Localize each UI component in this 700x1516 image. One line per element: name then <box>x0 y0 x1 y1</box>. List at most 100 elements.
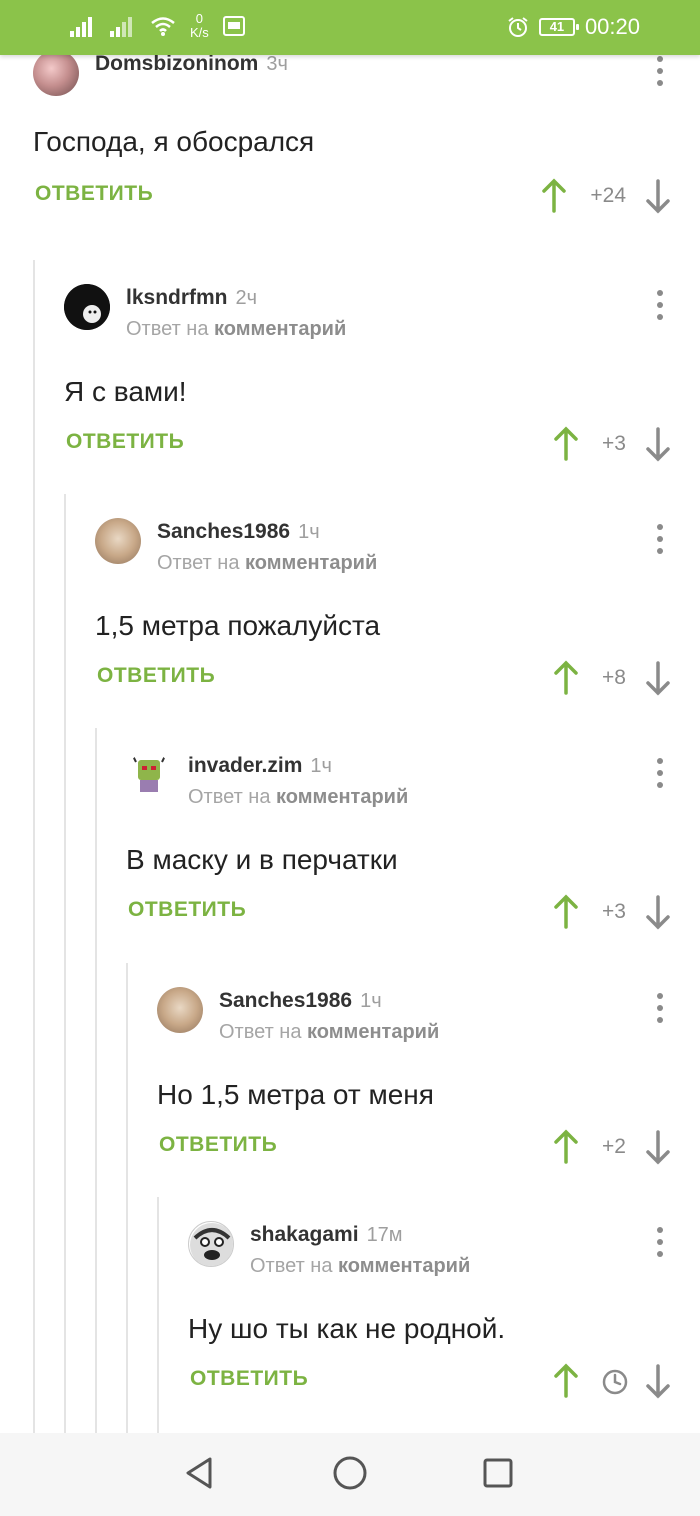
comment-author[interactable]: shakagami 17м <box>250 1223 403 1247</box>
author-name[interactable]: Sanches1986 <box>157 520 290 543</box>
triangle-back-icon[interactable] <box>180 1453 220 1493</box>
comment-header: invader.zim 1ч Ответ на комментарий <box>126 752 700 808</box>
status-right-group: 41 00:20 <box>507 14 640 40</box>
comment-score: +8 <box>602 666 626 689</box>
comment-time: 1ч <box>298 521 320 543</box>
reply-to-prefix: Ответ на <box>219 1021 302 1043</box>
author-name[interactable]: Domsbizoninom <box>95 55 258 75</box>
thread-line-5 <box>157 1197 159 1433</box>
battery-indicator: 41 <box>538 18 579 36</box>
reply-button[interactable]: ОТВЕТИТЬ <box>66 430 184 454</box>
comment-footer: ОТВЕТИТЬ +3 <box>64 426 700 466</box>
upvote-arrow-icon[interactable] <box>552 894 580 930</box>
square-recents-icon[interactable] <box>478 1453 518 1493</box>
comment-header: shakagami 17м Ответ на комментарий <box>188 1221 700 1277</box>
status-bar: 0 K/s 41 00:20 <box>0 0 700 55</box>
reply-to-label: Ответ на комментарий <box>157 552 377 575</box>
comment: lksndrfmn 2ч Ответ на комментарий Я с вам… <box>64 284 700 474</box>
comment-time: 1ч <box>360 990 382 1012</box>
comment-time: 3ч <box>266 55 288 75</box>
reply-button[interactable]: ОТВЕТИТЬ <box>128 898 246 922</box>
avatar-image <box>190 1223 233 1266</box>
reply-to-label: Ответ на комментарий <box>126 318 346 341</box>
comment-author[interactable]: invader.zim 1ч <box>188 754 332 778</box>
reply-to-prefix: Ответ на <box>157 552 240 574</box>
comment-text: 1,5 метра пожалуйста <box>95 610 381 641</box>
net-speed-value: 0 <box>195 11 204 26</box>
status-left-group: 0 K/s <box>70 12 245 40</box>
avatar[interactable] <box>95 518 141 564</box>
comment-footer: ОТВЕТИТЬ +24 <box>33 178 700 218</box>
author-name[interactable]: Sanches1986 <box>219 989 352 1012</box>
avatar[interactable] <box>33 55 79 96</box>
comment-header: Domsbizoninom 3ч <box>33 55 700 100</box>
circle-home-icon[interactable] <box>330 1453 370 1493</box>
comment-author[interactable]: Domsbizoninom 3ч <box>95 55 288 76</box>
comment-header: Sanches1986 1ч Ответ на комментарий <box>95 518 700 574</box>
thread-line-4 <box>126 963 128 1433</box>
author-name[interactable]: shakagami <box>250 1223 359 1246</box>
author-name[interactable]: lksndrfmn <box>126 286 228 309</box>
comment-footer: ОТВЕТИТЬ +2 <box>157 1129 700 1169</box>
downvote-arrow-icon[interactable] <box>644 426 672 462</box>
upvote-arrow-icon[interactable] <box>540 178 568 214</box>
upvote-arrow-icon[interactable] <box>552 1129 580 1165</box>
net-speed: 0 K/s <box>190 12 209 40</box>
author-name[interactable]: invader.zim <box>188 754 302 777</box>
more-menu-icon[interactable] <box>656 290 664 320</box>
avatar[interactable] <box>126 752 172 798</box>
comment-score: +24 <box>590 184 626 207</box>
reply-to-link[interactable]: комментарий <box>307 1021 439 1043</box>
comment: invader.zim 1ч Ответ на комментарий В мас… <box>126 752 700 942</box>
comment-author[interactable]: Sanches1986 1ч <box>219 989 382 1013</box>
comment: Domsbizoninom 3ч Господа, я обосрался ОТВ… <box>33 55 700 240</box>
reply-to-link[interactable]: комментарий <box>214 318 346 340</box>
thread-line-1 <box>33 260 35 1433</box>
comment-time: 1ч <box>310 755 332 777</box>
signal-icon <box>70 17 92 37</box>
comment-score: +3 <box>602 900 626 923</box>
comment-text: Но 1,5 метра от меня <box>157 1079 434 1110</box>
reply-button[interactable]: ОТВЕТИТЬ <box>159 1133 277 1157</box>
comment: shakagami 17м Ответ на комментарий Ну шо … <box>188 1221 700 1411</box>
comment-score: +2 <box>602 1135 626 1158</box>
clock-icon <box>602 1369 628 1395</box>
reply-to-link[interactable]: комментарий <box>338 1255 470 1277</box>
avatar[interactable] <box>157 987 203 1033</box>
comment-author[interactable]: lksndrfmn 2ч <box>126 286 257 310</box>
reply-button[interactable]: ОТВЕТИТЬ <box>190 1367 308 1391</box>
avatar[interactable] <box>64 284 110 330</box>
comment-text: В маску и в перчатки <box>126 844 398 875</box>
reply-button[interactable]: ОТВЕТИТЬ <box>97 664 215 688</box>
reply-to-label: Ответ на комментарий <box>250 1255 470 1278</box>
downvote-arrow-icon[interactable] <box>644 894 672 930</box>
upvote-arrow-icon[interactable] <box>552 426 580 462</box>
comment-author[interactable]: Sanches1986 1ч <box>157 520 320 544</box>
avatar[interactable] <box>188 1221 234 1267</box>
reply-to-link[interactable]: комментарий <box>245 552 377 574</box>
more-menu-icon[interactable] <box>656 56 664 86</box>
more-menu-icon[interactable] <box>656 524 664 554</box>
more-menu-icon[interactable] <box>656 1227 664 1257</box>
downvote-arrow-icon[interactable] <box>644 1129 672 1165</box>
signal-2-icon <box>110 17 132 37</box>
comment-header: lksndrfmn 2ч Ответ на комментарий <box>64 284 700 340</box>
clock-time: 00:20 <box>584 14 640 39</box>
comment: Sanches1986 1ч Ответ на комментарий 1,5 м… <box>95 518 700 708</box>
comment-text: Господа, я обосрался <box>33 126 315 157</box>
reply-to-link[interactable]: комментарий <box>276 786 408 808</box>
reply-button[interactable]: ОТВЕТИТЬ <box>35 182 153 206</box>
downvote-arrow-icon[interactable] <box>644 1363 672 1399</box>
comment-thread[interactable]: Domsbizoninom 3ч Господа, я обосрался ОТВ… <box>0 55 700 1433</box>
comment-text: Я с вами! <box>64 376 187 407</box>
comment-footer: ОТВЕТИТЬ +8 <box>95 660 700 700</box>
comment-text: Ну шо ты как не родной. <box>188 1313 506 1344</box>
more-menu-icon[interactable] <box>656 758 664 788</box>
more-menu-icon[interactable] <box>656 993 664 1023</box>
downvote-arrow-icon[interactable] <box>644 178 672 214</box>
downvote-arrow-icon[interactable] <box>644 660 672 696</box>
upvote-arrow-icon[interactable] <box>552 660 580 696</box>
comment-footer: ОТВЕТИТЬ +3 <box>126 894 700 934</box>
upvote-arrow-icon[interactable] <box>552 1363 580 1399</box>
reply-to-prefix: Ответ на <box>188 786 271 808</box>
